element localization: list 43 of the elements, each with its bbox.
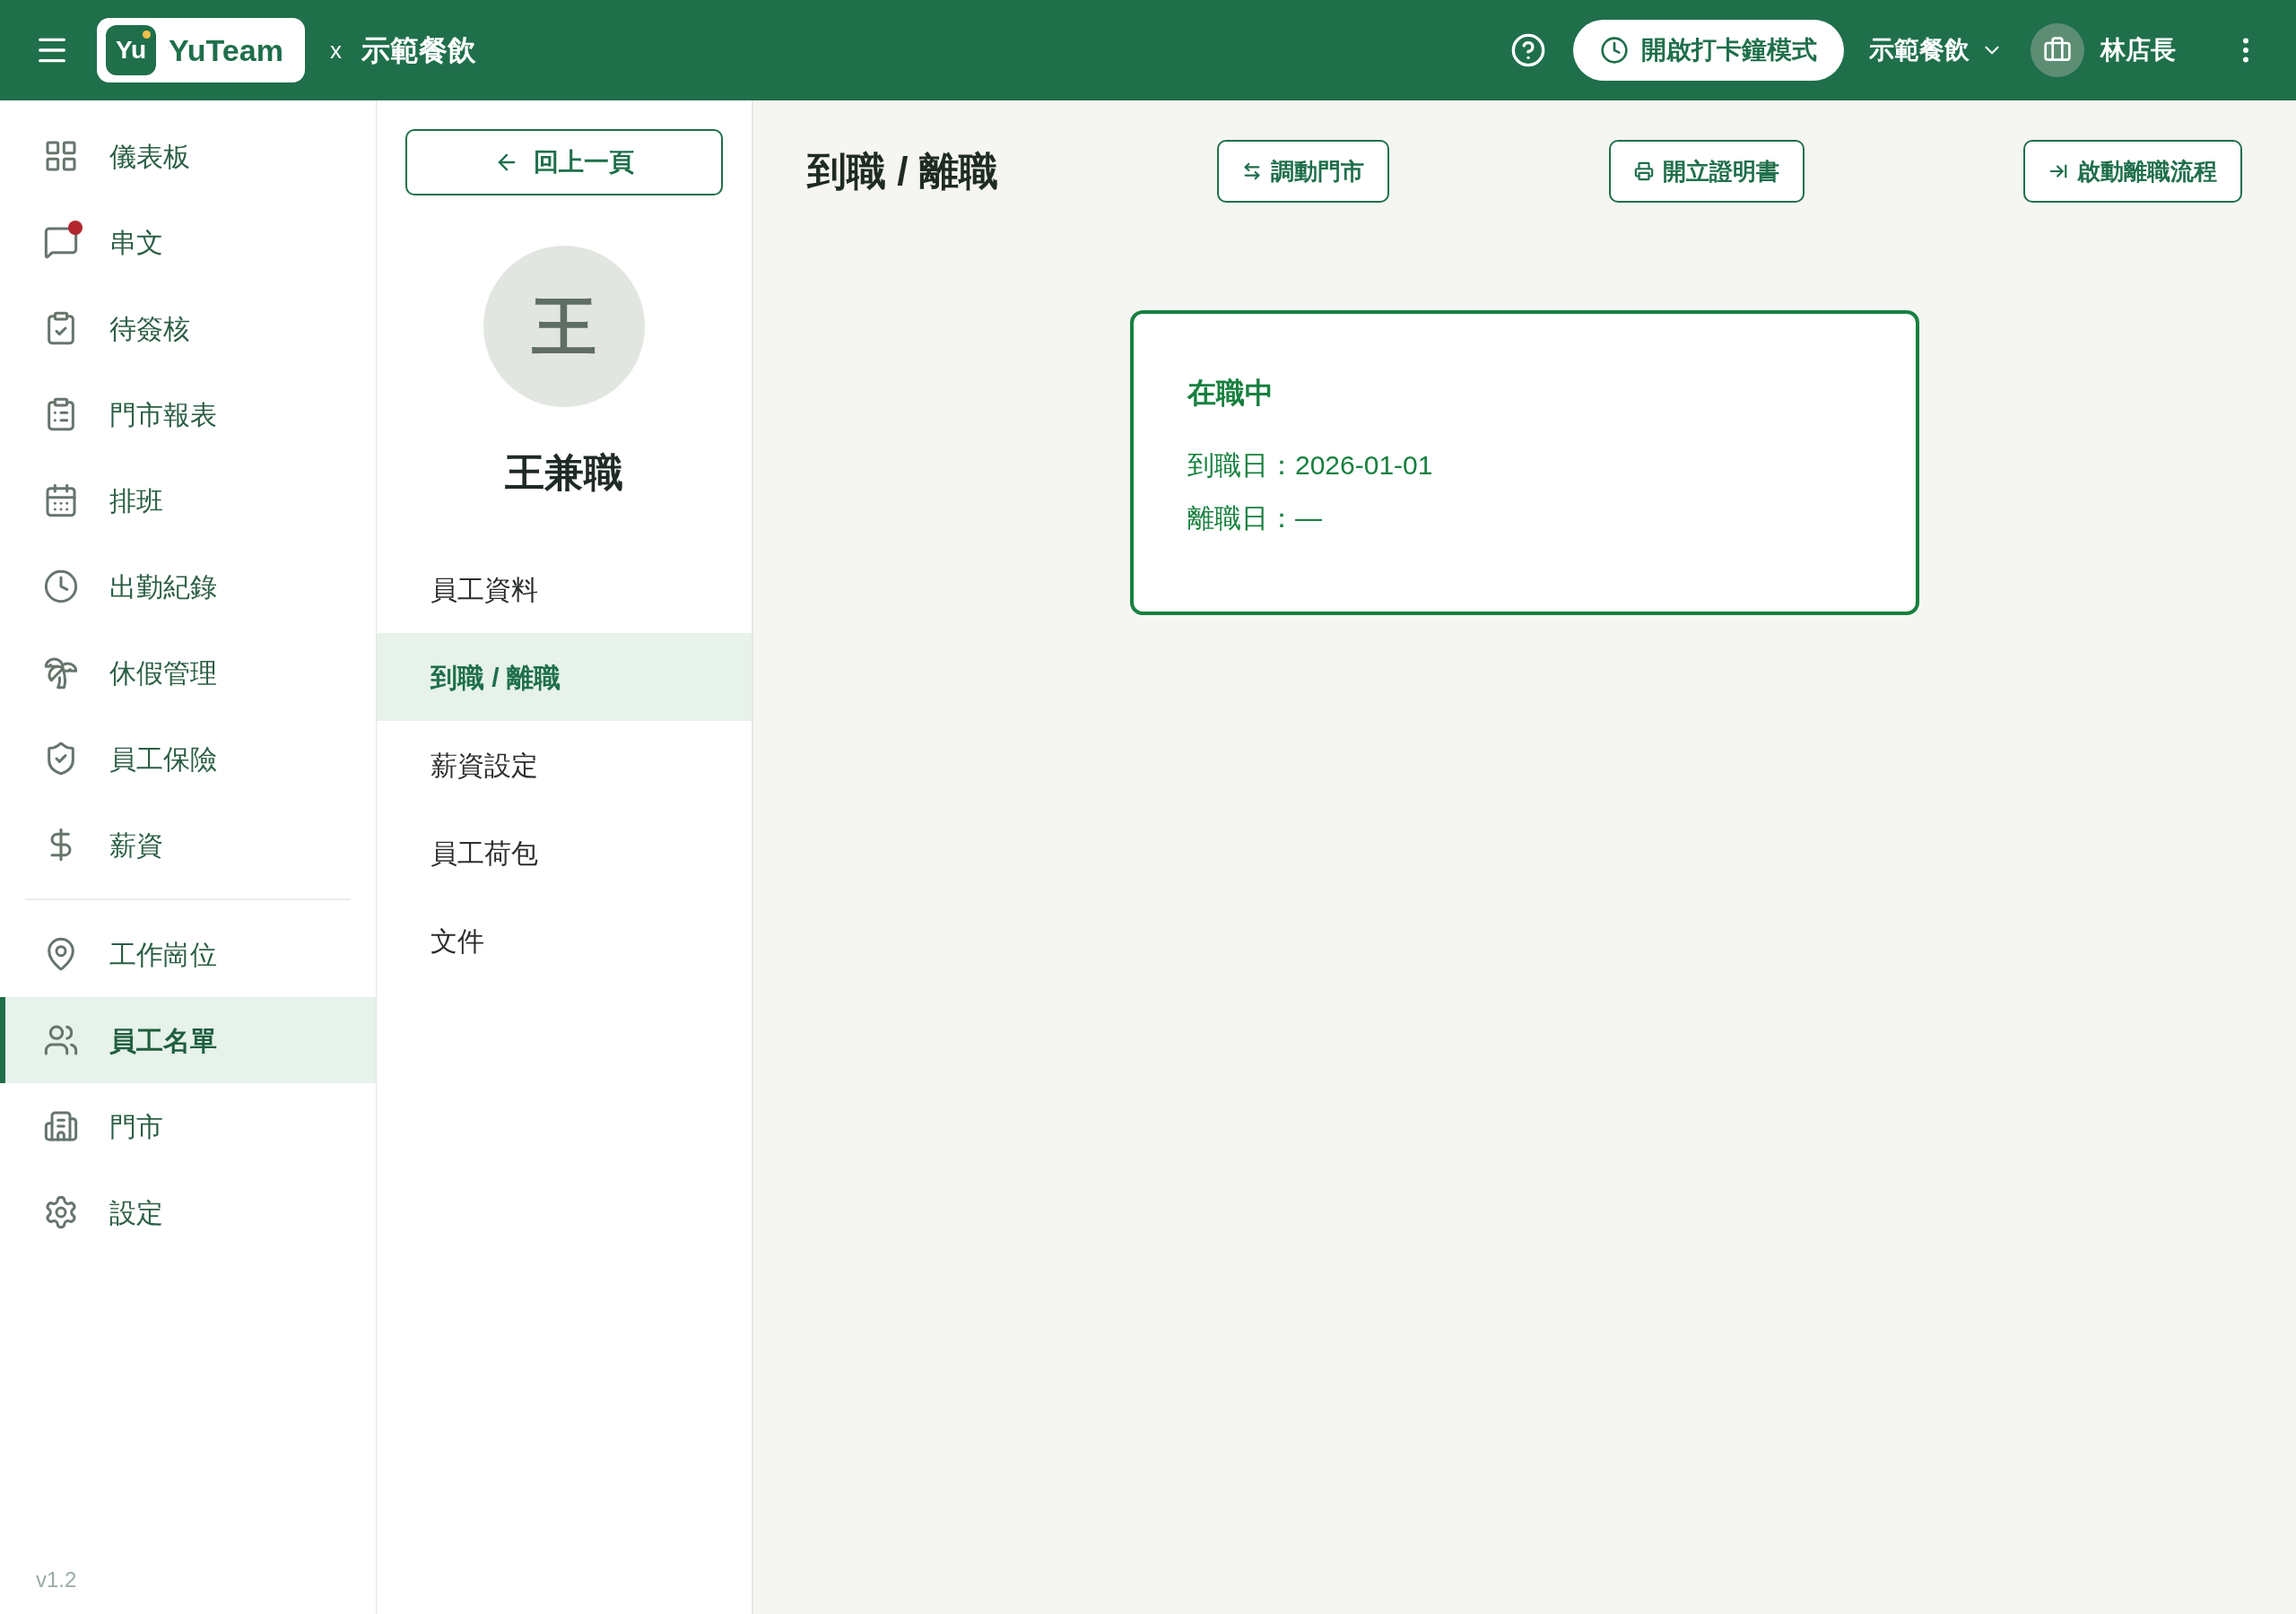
user-name: 林店長	[2100, 35, 2176, 65]
sidebar-item[interactable]: 待簽核	[0, 285, 376, 371]
avatar: 王	[483, 246, 645, 407]
settings-icon	[43, 1194, 79, 1230]
sidebar-item[interactable]: 薪資	[0, 802, 376, 888]
status-text: 在職中	[1187, 376, 1274, 411]
clock-icon	[1600, 36, 1629, 65]
clock-mode-button[interactable]: 開啟打卡鐘模式	[1573, 20, 1844, 81]
sidebar-item[interactable]: 排班	[0, 457, 376, 543]
clock-icon	[43, 568, 79, 604]
profile-tab[interactable]: 員工資料	[377, 545, 752, 633]
action-button[interactable]: 啟動離職流程	[2023, 140, 2242, 203]
separator-text: x	[329, 35, 342, 65]
printer-icon	[1633, 161, 1654, 181]
profile-tab[interactable]: 員工荷包	[377, 809, 752, 897]
help-icon[interactable]	[1510, 32, 1546, 68]
sidebar-item[interactable]: 休假管理	[0, 629, 376, 716]
action-button[interactable]: 開立證明書	[1608, 140, 1805, 203]
sidebar-item[interactable]: 員工名單	[0, 997, 376, 1083]
employee-name: 王兼職	[505, 449, 623, 496]
company-name: 示範餐飲	[361, 33, 476, 68]
sidebar-item[interactable]: 工作崗位	[0, 911, 376, 997]
profile-tab[interactable]: 薪資設定	[377, 721, 752, 809]
profile-tab[interactable]: 文件	[377, 897, 752, 985]
logo-mark: Yu	[106, 25, 156, 75]
sidebar-item[interactable]: 出勤紀錄	[0, 543, 376, 629]
sidebar-item[interactable]: 儀表板	[0, 113, 376, 199]
brand-name: YuTeam	[169, 31, 284, 69]
sidebar-item[interactable]: 門市	[0, 1083, 376, 1169]
sidebar-item[interactable]: 設定	[0, 1169, 376, 1255]
sidebar-item[interactable]: 門市報表	[0, 371, 376, 457]
sidebar-item[interactable]: 員工保險	[0, 716, 376, 802]
version-text: v1.2	[35, 1566, 78, 1593]
action-button[interactable]: 調動門市	[1217, 140, 1390, 203]
page-title: 到職 / 離職	[807, 148, 998, 195]
user-avatar-icon	[2031, 23, 2084, 77]
date-text: 到職日：2026-01-01	[1187, 449, 1434, 482]
date-text: 離職日：—	[1187, 502, 1323, 534]
store-selector[interactable]: 示範餐飲	[1869, 31, 2004, 69]
logo-badge[interactable]: Yu YuTeam	[97, 18, 305, 82]
sidebar-item[interactable]: 串文	[0, 199, 376, 285]
profile-tab[interactable]: 到職 / 離職	[377, 633, 752, 721]
back-button[interactable]: 回上一頁	[405, 129, 723, 195]
